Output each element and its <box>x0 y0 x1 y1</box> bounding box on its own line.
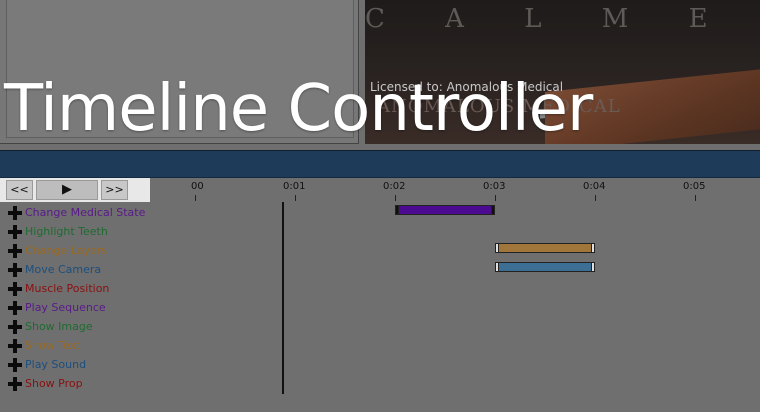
add-icon[interactable] <box>8 338 22 353</box>
ruler-tick <box>195 195 196 201</box>
ruler-label: 0:03 <box>483 181 506 192</box>
ruler-label: 0:05 <box>683 181 706 192</box>
ruler-label: 0:02 <box>383 181 406 192</box>
track-row[interactable]: Show Image <box>8 317 93 336</box>
add-icon[interactable] <box>8 376 22 391</box>
track-label: Show Image <box>25 320 93 333</box>
track-label: Play Sequence <box>25 301 106 314</box>
timeline-clip[interactable] <box>495 262 595 272</box>
ruler-label: 0:01 <box>283 181 306 192</box>
add-icon[interactable] <box>8 224 22 239</box>
overlay-title: Timeline Controller <box>4 72 593 146</box>
track-label: Show Prop <box>25 377 83 390</box>
ruler-label: 0:04 <box>583 181 606 192</box>
ruler-tick <box>395 195 396 201</box>
ruler-tick <box>695 195 696 201</box>
play-button[interactable]: ▶ <box>36 180 98 200</box>
track-label: Change Layers <box>25 244 108 257</box>
add-icon[interactable] <box>8 205 22 220</box>
track-row[interactable]: Play Sequence <box>8 298 106 317</box>
viewport-background-text: C A L M E D I <box>365 4 760 34</box>
track-row[interactable]: Change Layers <box>8 241 107 260</box>
track-row[interactable]: Muscle Position <box>8 279 109 298</box>
add-icon[interactable] <box>8 319 22 334</box>
add-icon[interactable] <box>8 243 22 258</box>
track-label: Play Sound <box>25 358 87 371</box>
ruler-tick <box>495 195 496 201</box>
track-label: Highlight Teeth <box>25 225 108 238</box>
transport-controls: << ▶ >> <box>0 178 150 202</box>
playhead[interactable] <box>282 202 284 394</box>
add-icon[interactable] <box>8 300 22 315</box>
fast-forward-button[interactable]: >> <box>101 180 128 200</box>
add-icon[interactable] <box>8 262 22 277</box>
add-icon[interactable] <box>8 357 22 372</box>
timeline-clip[interactable] <box>395 205 495 215</box>
track-row[interactable]: Move Camera <box>8 260 101 279</box>
track-row[interactable]: Play Sound <box>8 355 86 374</box>
track-label: Muscle Position <box>25 282 110 295</box>
ruler-label: 00 <box>191 181 204 192</box>
track-label: Change Medical State <box>25 206 146 219</box>
track-row[interactable]: Show Text <box>8 336 80 355</box>
ruler-tick <box>595 195 596 201</box>
track-row[interactable]: Highlight Teeth <box>8 222 108 241</box>
add-icon[interactable] <box>8 281 22 296</box>
ruler-tick <box>295 195 296 201</box>
track-label: Move Camera <box>25 263 102 276</box>
timeline-header-bar <box>0 150 760 178</box>
rewind-button[interactable]: << <box>6 180 33 200</box>
track-label: Show Text <box>25 339 81 352</box>
timeline-clip[interactable] <box>495 243 595 253</box>
track-row[interactable]: Change Medical State <box>8 203 145 222</box>
track-row[interactable]: Show Prop <box>8 374 83 393</box>
